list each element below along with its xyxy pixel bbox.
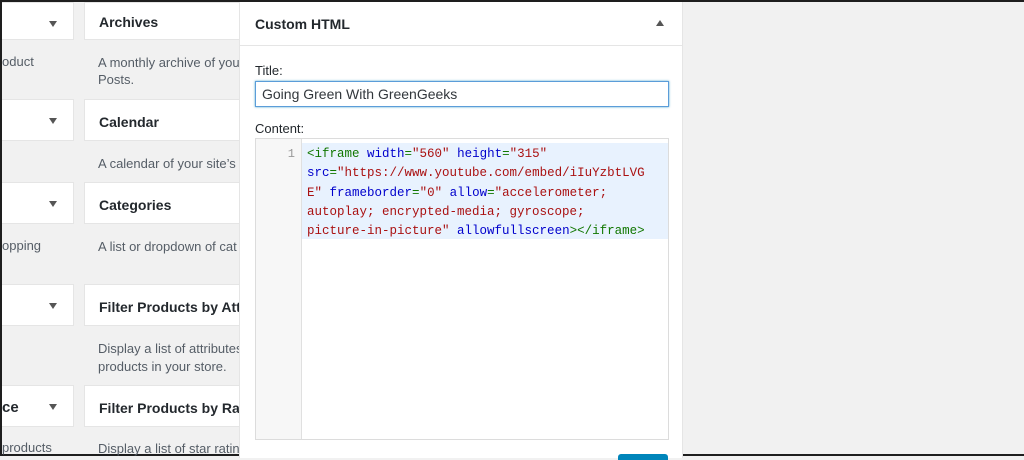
sidebar-area-desc: oduct [2,54,34,69]
widget-archives[interactable]: Archives [84,2,240,40]
code-text-area[interactable]: <iframe width="560" height="315" src="ht… [302,139,668,439]
widget-desc: Display a list of attributes [98,341,240,356]
code-line: autoplay; encrypted-media; gyroscope; [307,205,585,219]
code-line: <iframe width="560" height="315" [307,147,548,161]
widget-title: Filter Products by Rat… [99,400,240,416]
sidebar-area-4[interactable] [2,284,74,326]
widget-desc: A calendar of your site’s [98,156,236,171]
title-input[interactable] [255,81,669,107]
sidebar-area-label: ce [2,399,19,416]
chevron-down-icon[interactable] [49,21,57,27]
sidebar-area-2[interactable] [2,99,74,141]
chevron-up-icon[interactable] [656,20,664,26]
widget-title: Filter Products by Att… [99,299,240,315]
widget-categories[interactable]: Categories [84,182,240,224]
widget-desc: Posts. [98,72,135,87]
empty-right-area [692,2,1024,454]
sidebar-area-3[interactable] [2,182,74,224]
sidebar-area-1[interactable] [2,2,74,40]
widget-desc: A list or dropdown of cat [98,239,237,254]
chevron-down-icon[interactable] [49,118,57,124]
widget-title: Categories [99,197,172,213]
chevron-down-icon[interactable] [49,303,57,309]
line-number-gutter: 1 [256,139,302,439]
widget-desc: products in your store. [98,359,227,374]
content-label: Content: [255,121,305,136]
code-editor[interactable]: 1 <iframe width="560" height="315" src="… [255,138,669,440]
widget-filter-attributes[interactable]: Filter Products by Att… [84,284,240,326]
save-button[interactable] [618,454,668,460]
custom-html-widget-panel: Custom HTML Title: Content: 1 <iframe wi… [239,2,683,458]
code-line: E" frameborder="0" allow="accelerometer; [307,186,608,200]
widget-desc: Display a list of star ratin [98,441,240,456]
sidebar-area-desc: products [2,440,52,455]
chevron-down-icon[interactable] [49,404,57,410]
title-label: Title: [255,63,283,78]
widget-panel-title: Custom HTML [255,16,350,32]
line-number: 1 [287,147,295,161]
sidebar-area-5[interactable]: ce [2,385,74,427]
widget-filter-rating[interactable]: Filter Products by Rat… [84,385,240,427]
code-line: picture-in-picture" allowfullscreen></if… [307,224,645,238]
widget-title: Calendar [99,114,159,130]
sidebar-areas: oduct opping ce products [2,2,74,455]
sidebar-area-desc: opping [2,238,42,253]
widget-calendar[interactable]: Calendar [84,99,240,141]
code-line: src="https://www.youtube.com/embed/iIuYz… [307,166,645,180]
widget-header[interactable]: Custom HTML [240,2,682,46]
widget-title: Archives [99,14,159,30]
chevron-down-icon[interactable] [49,201,57,207]
widget-desc: A monthly archive of you [98,55,240,70]
